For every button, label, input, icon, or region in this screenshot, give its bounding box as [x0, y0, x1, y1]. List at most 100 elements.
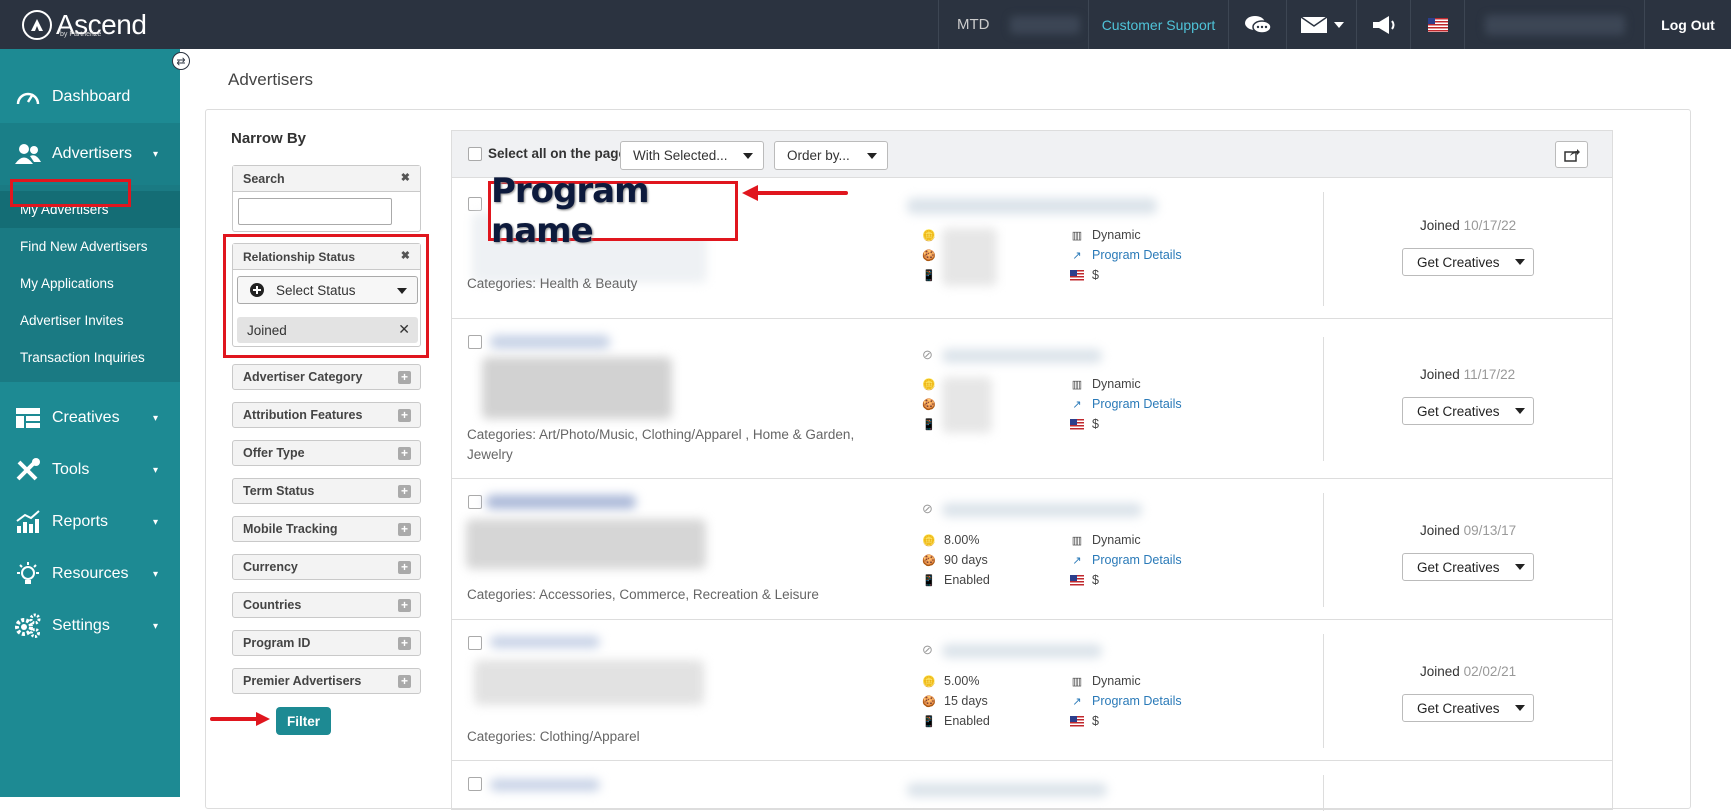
get-creatives-dropdown[interactable]: Get Creatives [1402, 553, 1534, 581]
program-name-callout: Program name [488, 171, 738, 251]
commission-stat: 🪙 [922, 228, 944, 242]
search-input[interactable] [238, 198, 392, 225]
row-checkbox[interactable] [468, 636, 482, 650]
plus-icon[interactable]: + [398, 409, 411, 422]
currency-stat: $ [1070, 573, 1099, 587]
caret-down-icon: ▾ [152, 148, 158, 160]
plus-icon[interactable]: + [398, 637, 411, 650]
brand-logo[interactable]: Ascend by Partnerize [0, 0, 180, 49]
plus-icon[interactable]: + [398, 485, 411, 498]
sidebar-item-find-new-advertisers[interactable]: Find New Advertisers [0, 228, 180, 265]
sidebar-label-resources: Resources [52, 565, 129, 582]
cookie-stat: 🍪 90 days [922, 553, 988, 567]
stats-blurred [942, 377, 992, 433]
facet-premier-advertisers[interactable]: Premier Advertisers + [232, 668, 421, 694]
arrow-annotation-icon [742, 185, 848, 201]
facet-label: Currency [243, 560, 298, 574]
with-selected-dropdown[interactable]: With Selected... [620, 141, 764, 170]
plus-icon[interactable]: + [398, 523, 411, 536]
facet-currency[interactable]: Currency + [232, 554, 421, 580]
language-flag-icon[interactable] [1410, 0, 1464, 49]
sidebar-item-advertisers[interactable]: Advertisers ▾ [0, 123, 180, 185]
cookie-stat: 🍪 [922, 248, 944, 262]
customer-support-link[interactable]: Customer Support [1088, 0, 1228, 49]
mtd-label: MTD [957, 16, 990, 33]
mail-icon[interactable] [1286, 0, 1356, 49]
sidebar-item-creatives[interactable]: Creatives ▾ [0, 392, 180, 444]
sidebar-label-settings: Settings [52, 617, 110, 634]
sidebar-label-creatives: Creatives [52, 409, 120, 426]
program-details-link[interactable]: ↗ Program Details [1070, 694, 1181, 708]
close-icon[interactable]: ✖ [401, 171, 410, 184]
announcement-icon[interactable] [1356, 0, 1410, 49]
advertiser-logo-blurred [466, 519, 706, 569]
select-all-label: Select all on the page [488, 146, 627, 161]
plus-icon[interactable]: + [398, 561, 411, 574]
facet-term-status[interactable]: Term Status + [232, 478, 421, 504]
sidebar-item-advertiser-invites[interactable]: Advertiser Invites [0, 302, 180, 339]
barcode-icon: ▥ [1071, 378, 1083, 391]
advertiser-url-blurred [907, 198, 1157, 214]
ascend-logo-icon [22, 9, 52, 40]
sidebar-item-dashboard[interactable]: Dashboard [0, 71, 180, 123]
advertisers-submenu: My Advertisers Find New Advertisers My A… [0, 185, 180, 382]
mobile-icon: 📱 [922, 269, 936, 282]
barcode-icon: ▥ [1071, 229, 1083, 242]
caret-down-icon: ▾ [152, 412, 158, 424]
us-flag-icon [1070, 573, 1084, 587]
row-checkbox[interactable] [468, 495, 482, 509]
external-link-icon: ↗ [1072, 398, 1082, 411]
sidebar-item-settings[interactable]: Settings ▾ [0, 600, 180, 652]
sidebar-collapse-icon[interactable]: ⇄ [172, 52, 190, 70]
stats-blurred [942, 228, 997, 286]
chevron-down-icon [1515, 408, 1525, 414]
mobile-icon: 📱 [922, 715, 936, 728]
sidebar-item-resources[interactable]: Resources ▾ [0, 548, 180, 600]
plus-icon[interactable]: + [398, 599, 411, 612]
facet-mobile-tracking[interactable]: Mobile Tracking + [232, 516, 421, 542]
get-creatives-dropdown[interactable]: Get Creatives [1402, 694, 1534, 722]
select-all-checkbox[interactable] [468, 147, 482, 161]
sidebar-label-dashboard: Dashboard [52, 88, 131, 105]
facet-attribution-features[interactable]: Attribution Features + [232, 402, 421, 428]
filter-button[interactable]: Filter [276, 707, 331, 735]
program-details-link[interactable]: ↗ Program Details [1070, 553, 1181, 567]
coins-icon: 🪙 [922, 675, 936, 688]
facet-label: Term Status [243, 484, 315, 498]
program-details-link[interactable]: ↗ Program Details [1070, 397, 1181, 411]
link-icon: ⊘ [922, 347, 933, 362]
mobile-stat: 📱 Enabled [922, 573, 990, 587]
get-creatives-dropdown[interactable]: Get Creatives [1402, 248, 1534, 276]
advertiser-name-blurred [490, 779, 600, 791]
brand-sub: by Partnerize [60, 31, 102, 38]
sidebar-item-transaction-inquiries[interactable]: Transaction Inquiries [0, 339, 180, 376]
row-checkbox[interactable] [468, 335, 482, 349]
plus-icon[interactable]: + [398, 675, 411, 688]
plus-icon[interactable]: + [398, 447, 411, 460]
plus-icon[interactable]: + [398, 371, 411, 384]
facet-program-id[interactable]: Program ID + [232, 630, 421, 656]
sidebar-label-tools: Tools [52, 461, 90, 478]
sidebar-item-reports[interactable]: Reports ▾ [0, 496, 180, 548]
chat-icon[interactable] [1228, 0, 1286, 49]
get-creatives-dropdown[interactable]: Get Creatives [1402, 397, 1534, 425]
export-button[interactable] [1555, 141, 1588, 168]
row-categories: Categories: Health & Beauty [467, 276, 638, 291]
row-checkbox[interactable] [468, 197, 482, 211]
facet-label: Mobile Tracking [243, 522, 338, 536]
top-bar: Ascend by Partnerize MTD Customer Suppor… [0, 0, 1731, 49]
row-categories: Categories: Accessories, Commerce, Recre… [467, 587, 819, 602]
sidebar-item-tools[interactable]: Tools ▾ [0, 444, 180, 496]
program-details-link[interactable]: ↗ Program Details [1070, 248, 1181, 262]
user-account-menu[interactable] [1464, 0, 1644, 49]
order-by-dropdown[interactable]: Order by... [774, 141, 888, 170]
facet-advertiser-category[interactable]: Advertiser Category + [232, 364, 421, 390]
barcode-icon: ▥ [1071, 675, 1083, 688]
chevron-down-icon [867, 153, 877, 159]
facet-countries[interactable]: Countries + [232, 592, 421, 618]
sidebar-item-my-applications[interactable]: My Applications [0, 265, 180, 302]
cookie-icon: 🍪 [922, 554, 936, 567]
facet-offer-type[interactable]: Offer Type + [232, 440, 421, 466]
row-checkbox[interactable] [468, 777, 482, 791]
logout-button[interactable]: Log Out [1644, 0, 1731, 49]
